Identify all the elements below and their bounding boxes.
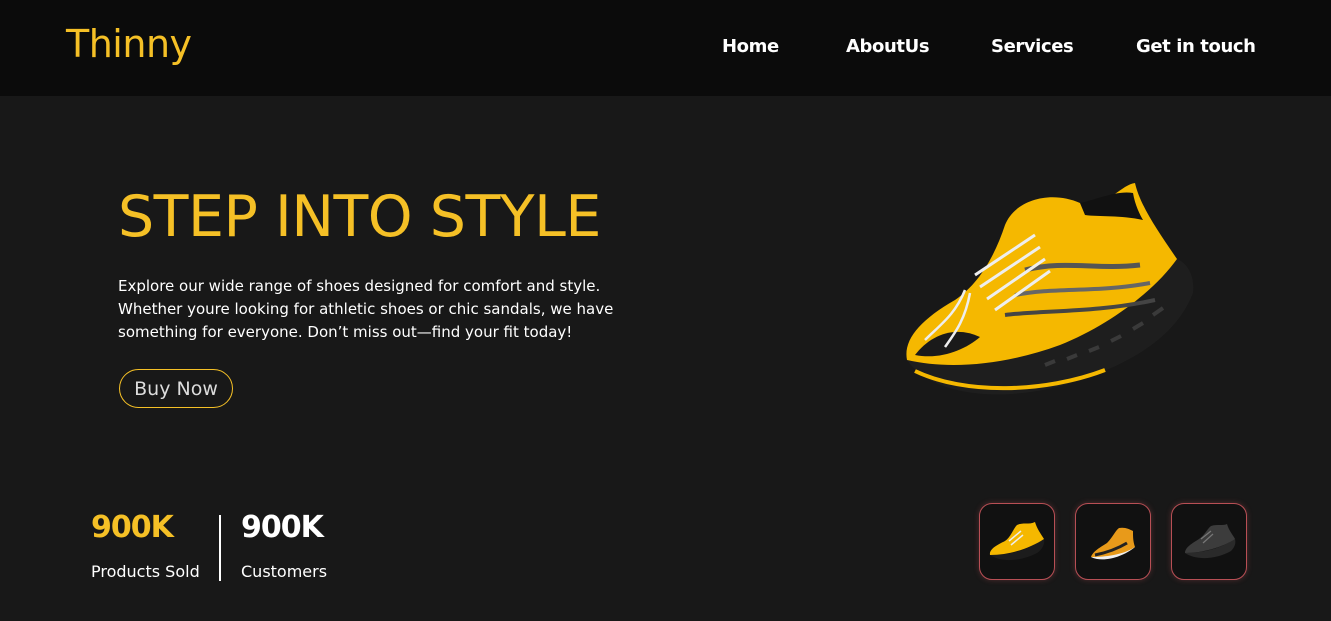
stat-customers-label: Customers [241,562,328,581]
stat-products-sold-value: 900K [91,510,174,545]
hero-headline: STEP INTO STYLE [118,184,601,250]
hero-shoe-image [895,175,1195,414]
orange-white-sneaker-icon [1091,527,1135,559]
buy-now-button[interactable]: Buy Now [119,369,233,408]
nav-aboutus-link[interactable]: AboutUs [846,36,930,57]
stats-divider [219,515,221,581]
hero-description: Explore our wide range of shoes designed… [118,277,614,341]
stat-customers-value: 900K [241,510,324,545]
black-sneaker-icon [1185,523,1236,558]
stat-products-sold-label: Products Sold [91,562,200,581]
thumbnail-black-sneaker[interactable] [1171,503,1247,580]
brand-logo[interactable]: Thinny [66,22,192,66]
site-header: Thinny Home AboutUs Services Get in touc… [0,0,1331,96]
yellow-sneaker-icon [989,521,1045,560]
thumbnail-yellow-sneaker[interactable] [979,503,1055,580]
nav-home-link[interactable]: Home [722,36,779,57]
nav-get-in-touch-link[interactable]: Get in touch [1136,36,1256,57]
thumbnail-orange-white-sneaker[interactable] [1075,503,1151,580]
nav-services-link[interactable]: Services [991,36,1074,57]
